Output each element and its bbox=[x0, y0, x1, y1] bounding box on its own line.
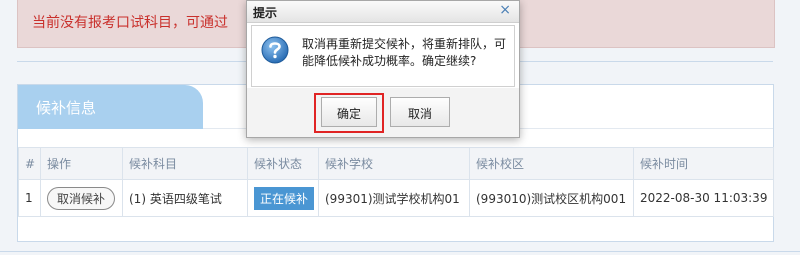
column-header-status: 候补状态 bbox=[247, 147, 319, 180]
panel-title: 候补信息 bbox=[36, 99, 97, 117]
close-icon[interactable]: × bbox=[499, 2, 511, 18]
cancel-waitlist-button[interactable]: 取消候补 bbox=[47, 186, 116, 210]
row-campus: (993010)测试校区机构001 bbox=[469, 179, 634, 217]
divider bbox=[0, 251, 800, 252]
table-row: 1 取消候补 (1) 英语四级笔试 正在候补 (99301)测试学校机构01 (… bbox=[18, 179, 774, 217]
dialog-body: 取消再重新提交候补，将重新排队，可能降低候补成功概率。确定继续? bbox=[251, 25, 515, 87]
column-header-campus: 候补校区 bbox=[469, 147, 634, 180]
column-header-index: # bbox=[18, 147, 41, 180]
notice-text: 当前没有报考口试科目，可通过 bbox=[32, 15, 228, 31]
row-status-cell: 正在候补 bbox=[247, 179, 319, 217]
row-time: 2022-08-30 11:03:39 bbox=[633, 179, 774, 217]
cancel-button[interactable]: 取消 bbox=[390, 97, 450, 127]
panel-title-tab: 候补信息 bbox=[18, 85, 203, 129]
column-header-subject: 候补科目 bbox=[122, 147, 248, 180]
dialog-title: 提示 bbox=[253, 6, 278, 20]
row-subject: (1) 英语四级笔试 bbox=[122, 179, 248, 217]
waitlist-table: # 操作 候补科目 候补状态 候补学校 候补校区 候补时间 1 取消候补 (1)… bbox=[18, 147, 774, 217]
dialog-titlebar: 提示 × bbox=[247, 1, 519, 23]
row-index: 1 bbox=[18, 179, 41, 217]
column-header-action: 操作 bbox=[40, 147, 123, 180]
dialog-footer: 确定 取消 bbox=[247, 88, 519, 137]
status-badge: 正在候补 bbox=[254, 186, 315, 210]
confirm-button[interactable]: 确定 bbox=[321, 97, 377, 127]
confirm-dialog: 提示 × 取消再重新提交候补，将重新排队，可能降低候补成功概率。确定继续? 确定… bbox=[246, 0, 520, 138]
column-header-time: 候补时间 bbox=[633, 147, 774, 180]
row-action-cell: 取消候补 bbox=[40, 179, 123, 217]
table-header-row: # 操作 候补科目 候补状态 候补学校 候补校区 候补时间 bbox=[18, 147, 774, 180]
column-header-school: 候补学校 bbox=[318, 147, 470, 180]
row-school: (99301)测试学校机构01 bbox=[318, 179, 470, 217]
dialog-message: 取消再重新提交候补，将重新排队，可能降低候补成功概率。确定继续? bbox=[302, 37, 507, 68]
question-icon bbox=[261, 36, 289, 64]
